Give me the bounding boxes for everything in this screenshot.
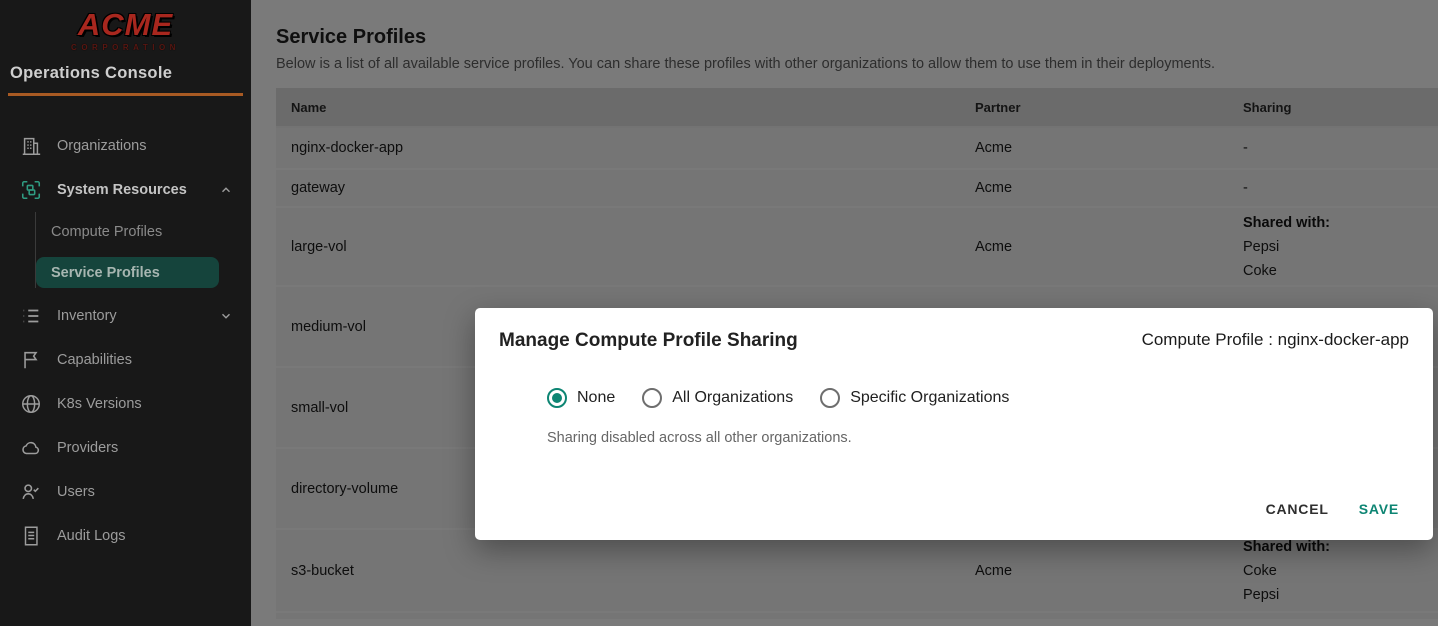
sidebar-item-service-profiles[interactable]: Service Profiles	[36, 257, 219, 288]
sidebar-item-system-resources[interactable]: System Resources	[0, 168, 251, 212]
manage-sharing-dialog: Manage Compute Profile Sharing Compute P…	[475, 308, 1433, 540]
sidebar: ACME CORPORATION Operations Console Orga…	[0, 0, 251, 626]
sidebar-item-organizations[interactable]: Organizations	[0, 124, 251, 168]
radio-label: None	[577, 389, 615, 407]
radio-unselected-icon	[820, 388, 840, 408]
acme-logo-text: ACME	[0, 8, 251, 42]
radio-unselected-icon	[642, 388, 662, 408]
sidebar-item-capabilities[interactable]: Capabilities	[0, 338, 251, 382]
radio-label: Specific Organizations	[850, 389, 1009, 407]
sidebar-item-label: Users	[57, 484, 95, 500]
sharing-helper-text: Sharing disabled across all other organi…	[547, 430, 1409, 446]
cancel-button[interactable]: CANCEL	[1256, 492, 1339, 526]
radio-selected-icon	[547, 388, 567, 408]
flag-icon	[20, 349, 42, 371]
list-icon	[20, 305, 42, 327]
radio-label: All Organizations	[672, 389, 793, 407]
radio-all-organizations[interactable]: All Organizations	[642, 388, 793, 408]
sidebar-item-users[interactable]: Users	[0, 470, 251, 514]
sidebar-item-label: K8s Versions	[57, 396, 142, 412]
sidebar-item-label: Organizations	[57, 138, 146, 154]
cloud-icon	[20, 437, 42, 459]
sharing-radio-group: None All Organizations Specific Organiza…	[547, 388, 1409, 408]
sidebar-nav: Organizations System Resources Compute P…	[0, 124, 251, 558]
dialog-context: Compute Profile : nginx-docker-app	[1142, 330, 1409, 350]
radio-specific-organizations[interactable]: Specific Organizations	[820, 388, 1009, 408]
chevron-down-icon	[219, 309, 233, 323]
console-title: Operations Console	[10, 64, 241, 83]
sidebar-item-label: Service Profiles	[51, 265, 160, 281]
building-icon	[20, 135, 42, 157]
sidebar-item-label: Audit Logs	[57, 528, 126, 544]
sidebar-item-label: Inventory	[57, 308, 117, 324]
chevron-up-icon	[219, 183, 233, 197]
system-resources-submenu: Compute Profiles Service Profiles	[35, 212, 251, 288]
sidebar-item-compute-profiles[interactable]: Compute Profiles	[36, 212, 251, 252]
document-icon	[20, 525, 42, 547]
sidebar-item-label: Capabilities	[57, 352, 132, 368]
sidebar-divider	[8, 93, 243, 96]
acme-logo: ACME CORPORATION	[0, 0, 251, 52]
app-window: ACME CORPORATION Operations Console Orga…	[0, 0, 1438, 626]
acme-logo-subtext: CORPORATION	[0, 43, 251, 52]
sidebar-item-label: Compute Profiles	[51, 224, 162, 240]
resources-icon	[20, 179, 42, 201]
globe-icon	[20, 393, 42, 415]
dialog-title: Manage Compute Profile Sharing	[499, 330, 798, 352]
sidebar-item-inventory[interactable]: Inventory	[0, 294, 251, 338]
dialog-actions: CANCEL SAVE	[1256, 492, 1409, 526]
sidebar-item-label: Providers	[57, 440, 118, 456]
user-check-icon	[20, 481, 42, 503]
sidebar-item-providers[interactable]: Providers	[0, 426, 251, 470]
sidebar-item-audit-logs[interactable]: Audit Logs	[0, 514, 251, 558]
dialog-body: None All Organizations Specific Organiza…	[547, 388, 1409, 446]
dialog-header: Manage Compute Profile Sharing Compute P…	[499, 330, 1409, 352]
radio-none[interactable]: None	[547, 388, 615, 408]
save-button[interactable]: SAVE	[1349, 492, 1409, 526]
sidebar-item-k8s-versions[interactable]: K8s Versions	[0, 382, 251, 426]
sidebar-item-label: System Resources	[57, 182, 187, 198]
